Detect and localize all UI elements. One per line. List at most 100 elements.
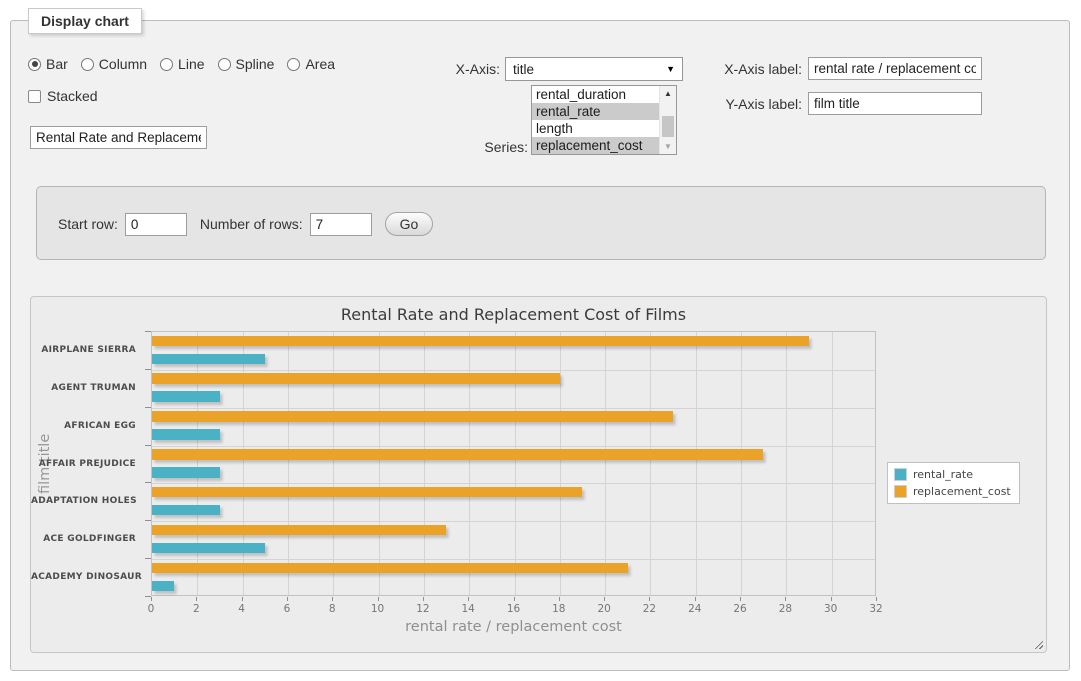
x-tick-label: 28 [772,603,798,615]
vertical-gridline [469,332,470,595]
resize-handle-icon[interactable] [1032,638,1043,649]
radio-icon [160,58,173,71]
x-tick-mark [242,597,243,601]
y-axis-label-caption: Y-Axis label: [700,96,802,112]
radio-spline[interactable]: Spline [218,56,275,72]
horizontal-gridline [152,370,875,371]
legend-label: rental_rate [913,468,973,481]
legend-label: replacement_cost [913,485,1011,498]
vertical-gridline [288,332,289,595]
vertical-gridline [197,332,198,595]
vertical-gridline [424,332,425,595]
series-option-length[interactable]: length [532,120,659,137]
bar-rental_rate [152,429,220,440]
legend-swatch [894,485,907,498]
y-category-label: ADAPTATION HOLES [31,495,143,507]
y-axis-label-input[interactable] [808,92,982,115]
x-tick-mark [649,597,650,601]
y-category-label: AFFAIR PREJUDICE [31,458,143,470]
x-axis-label-caption: X-Axis label: [700,61,802,77]
bar-rental_rate [152,581,174,592]
y-tick-mark [145,596,151,597]
radio-icon [28,58,41,71]
y-tick-mark [145,369,151,370]
vertical-gridline [515,332,516,595]
series-scrollbar[interactable]: ▲ ▼ [659,86,676,154]
num-rows-input[interactable] [310,213,372,236]
x-tick-mark [604,597,605,601]
start-row-input[interactable] [125,213,187,236]
vertical-gridline [379,332,380,595]
x-tick-label: 18 [546,603,572,615]
x-tick-label: 6 [274,603,300,615]
x-tick-mark [423,597,424,601]
page: Display chart Bar Column Line Spline Are… [0,0,1081,681]
y-tick-mark [145,520,151,521]
legend-item: replacement_cost [894,485,1011,498]
radio-column[interactable]: Column [81,56,147,72]
bar-rental_rate [152,543,265,554]
horizontal-gridline [152,483,875,484]
x-tick-mark [831,597,832,601]
series-option-rental-duration[interactable]: rental_duration [532,86,659,103]
bar-replacement_cost [152,411,673,422]
start-row-label: Start row: [58,216,118,232]
stacked-checkbox-row[interactable]: Stacked [28,88,98,104]
x-tick-label: 8 [319,603,345,615]
y-category-label: AIRPLANE SIERRA [31,344,143,356]
y-category-label: ACADEMY DINOSAUR [31,571,143,583]
x-tick-mark [151,597,152,601]
legend-item: rental_rate [894,468,1011,481]
y-tick-mark [145,558,151,559]
y-tick-mark [145,445,151,446]
fieldset-legend: Display chart [28,8,142,34]
series-multiselect: rental_duration rental_rate length repla… [531,85,677,155]
x-tick-label: 24 [682,603,708,615]
x-axis-select[interactable]: title ▼ [505,57,683,81]
chart-type-radio-group: Bar Column Line Spline Area [28,56,335,72]
chart-title-input[interactable] [30,126,207,149]
y-category-label: AFRICAN EGG [31,420,143,432]
x-tick-label: 30 [818,603,844,615]
go-button[interactable]: Go [385,212,434,236]
series-option-rental-rate[interactable]: rental_rate [532,103,659,120]
x-tick-mark [559,597,560,601]
vertical-gridline [696,332,697,595]
vertical-gridline [560,332,561,595]
vertical-gridline [605,332,606,595]
x-tick-label: 2 [183,603,209,615]
stacked-label: Stacked [47,88,98,104]
x-tick-label: 0 [138,603,164,615]
radio-area[interactable]: Area [287,56,335,72]
scroll-up-icon[interactable]: ▲ [660,86,676,101]
y-tick-mark [145,331,151,332]
scrollbar-thumb[interactable] [662,116,674,137]
x-tick-label: 12 [410,603,436,615]
scroll-down-icon[interactable]: ▼ [660,139,676,154]
x-tick-label: 16 [501,603,527,615]
y-tick-mark [145,482,151,483]
bar-replacement_cost [152,525,446,536]
x-tick-label: 14 [455,603,481,615]
bar-replacement_cost [152,487,582,498]
series-option-replacement-cost[interactable]: replacement_cost [532,137,659,154]
x-tick-label: 10 [365,603,391,615]
radio-bar[interactable]: Bar [28,56,68,72]
x-axis-label-input[interactable] [808,57,982,80]
bar-rental_rate [152,391,220,402]
y-category-label: ACE GOLDFINGER [31,533,143,545]
x-tick-mark [196,597,197,601]
y-tick-mark [145,407,151,408]
radio-label: Bar [46,56,68,72]
series-options: rental_duration rental_rate length repla… [532,86,659,154]
vertical-gridline [741,332,742,595]
chart-title: Rental Rate and Replacement Cost of Film… [151,305,876,324]
bar-replacement_cost [152,373,560,384]
x-tick-label: 22 [636,603,662,615]
horizontal-gridline [152,408,875,409]
radio-label: Column [99,56,147,72]
radio-line[interactable]: Line [160,56,204,72]
chart-legend: rental_rate replacement_cost [887,462,1020,504]
x-tick-mark [740,597,741,601]
stacked-checkbox[interactable] [28,90,41,103]
